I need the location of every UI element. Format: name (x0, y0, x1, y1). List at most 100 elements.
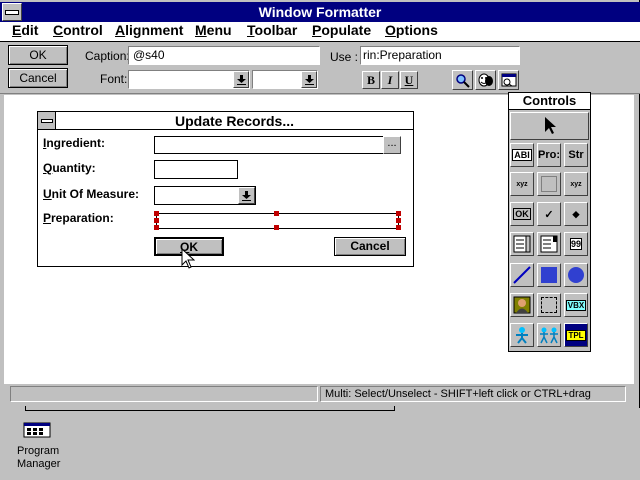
selection-handle[interactable] (396, 218, 401, 223)
check-tool[interactable]: ✓ (537, 202, 561, 226)
window-title: Window Formatter (258, 4, 382, 20)
app-window: Window Formatter Edit Control Alignment … (0, 0, 640, 408)
tool-label: TPL (566, 329, 586, 341)
tool-label: OK (513, 208, 531, 220)
button-tool[interactable]: OK (510, 202, 534, 226)
prompt-tool[interactable]: Pro: (537, 143, 561, 167)
use-label: Use : (330, 50, 359, 64)
quantity-input[interactable] (154, 160, 238, 179)
ingredient-input[interactable] (154, 136, 384, 154)
unit-dropdown-button[interactable] (238, 187, 255, 204)
selection-handle[interactable] (274, 225, 279, 230)
bold-button[interactable]: B (362, 71, 380, 89)
selection-handle[interactable] (396, 211, 401, 216)
caption-input[interactable]: @s40 (128, 46, 320, 65)
program-manager-label-line1: Program (17, 445, 60, 457)
underline-button[interactable]: U (400, 71, 418, 89)
option-tool[interactable]: xyz (564, 172, 588, 196)
dropdown-arrow-icon (304, 74, 314, 85)
font-dropdown-button[interactable] (233, 71, 249, 88)
region-tool[interactable] (537, 293, 561, 317)
font-size-select[interactable] (252, 70, 318, 89)
use-input[interactable]: rin:Preparation (360, 46, 520, 65)
line-tool[interactable] (510, 263, 534, 287)
list-tool[interactable] (510, 232, 534, 256)
tool-label: Pro: (538, 149, 560, 161)
tool-label: 99 (569, 238, 582, 250)
font-select[interactable] (128, 70, 250, 89)
system-menu-icon (40, 118, 53, 123)
menu-menu[interactable]: Menu (195, 22, 232, 38)
tool-label: ✓ (544, 208, 554, 221)
title-bar[interactable]: Window Formatter (0, 2, 640, 22)
menu-edit[interactable]: Edit (12, 22, 38, 38)
pointer-tool[interactable] (510, 112, 589, 140)
selection-handle[interactable] (154, 218, 159, 223)
selection-handle[interactable] (154, 225, 159, 230)
design-dialog-sysmenu[interactable] (38, 112, 56, 129)
dropdown-arrow-icon (242, 190, 251, 201)
menu-options[interactable]: Options (385, 22, 438, 38)
line-icon (513, 266, 531, 284)
magnifier-icon (456, 73, 470, 88)
person-icon (516, 327, 528, 344)
menu-populate[interactable]: Populate (312, 22, 371, 38)
blank-box-icon (541, 176, 557, 192)
tool-label: xyz (516, 180, 528, 188)
arrow-pointer-icon (544, 117, 556, 134)
ingredient-lookup-button[interactable]: ... (383, 136, 401, 154)
controls-palette-title: Controls (509, 93, 590, 110)
program-manager-label-line2: Manager (17, 458, 61, 470)
entry-field-tool[interactable]: ABI (510, 143, 534, 167)
dashed-box-icon (541, 297, 557, 313)
selection-handle[interactable] (274, 211, 279, 216)
test-mode-button[interactable] (475, 70, 496, 90)
box-icon (541, 267, 557, 283)
caption-label: Caption: (85, 49, 130, 63)
program-manager-icon[interactable] (22, 420, 54, 442)
toolbar-cancel-button[interactable]: Cancel (8, 68, 68, 88)
unit-select[interactable] (154, 186, 256, 205)
tool-label: ◆ (572, 208, 580, 219)
box-tool[interactable] (537, 263, 561, 287)
background-window[interactable] (25, 406, 395, 411)
toolbar-ok-button[interactable]: OK (8, 45, 68, 65)
image-tool[interactable] (537, 172, 561, 196)
multi-group-tool[interactable] (537, 323, 561, 347)
font-size-dropdown-button[interactable] (301, 71, 317, 88)
text-tool[interactable]: xyz (510, 172, 534, 196)
string-tool[interactable]: Str (564, 143, 588, 167)
tool-label: ABI (512, 149, 532, 161)
program-manager-icon-graphic (23, 422, 51, 438)
group-tool[interactable] (510, 323, 534, 347)
status-pane-left (10, 386, 318, 402)
spin-tool[interactable]: 99 (564, 232, 588, 256)
menu-alignment[interactable]: Alignment (115, 22, 183, 38)
people-icon (540, 327, 558, 344)
status-text: Multi: Select/Unselect - SHIFT+left clic… (320, 386, 626, 402)
combo-icon (540, 235, 558, 253)
combo-tool[interactable] (537, 232, 561, 256)
menu-control[interactable]: Control (53, 22, 103, 38)
selection-handle[interactable] (396, 225, 401, 230)
tool-label: VBX (565, 299, 587, 311)
vbx-tool[interactable]: VBX (564, 293, 588, 317)
tool-label: xyz (570, 180, 582, 188)
unit-label: Unit Of Measure: (43, 187, 140, 201)
design-dialog-title: Update Records... (174, 113, 295, 129)
magnifier-button[interactable] (452, 70, 473, 90)
dialog-cancel-button[interactable]: Cancel (334, 237, 406, 256)
masks-icon (478, 73, 493, 86)
ellipse-icon (568, 267, 584, 283)
picture-tool[interactable] (510, 293, 534, 317)
ellipse-tool[interactable] (564, 263, 588, 287)
preview-button[interactable] (498, 70, 519, 90)
radio-tool[interactable]: ◆ (564, 202, 588, 226)
window-preview-icon (501, 73, 516, 87)
italic-button[interactable]: I (381, 71, 399, 89)
menu-toolbar[interactable]: Toolbar (247, 22, 297, 38)
tool-label: Str (568, 149, 584, 161)
template-tool[interactable]: TPL (564, 323, 588, 347)
portrait-icon (513, 296, 531, 314)
selection-handle[interactable] (154, 211, 159, 216)
